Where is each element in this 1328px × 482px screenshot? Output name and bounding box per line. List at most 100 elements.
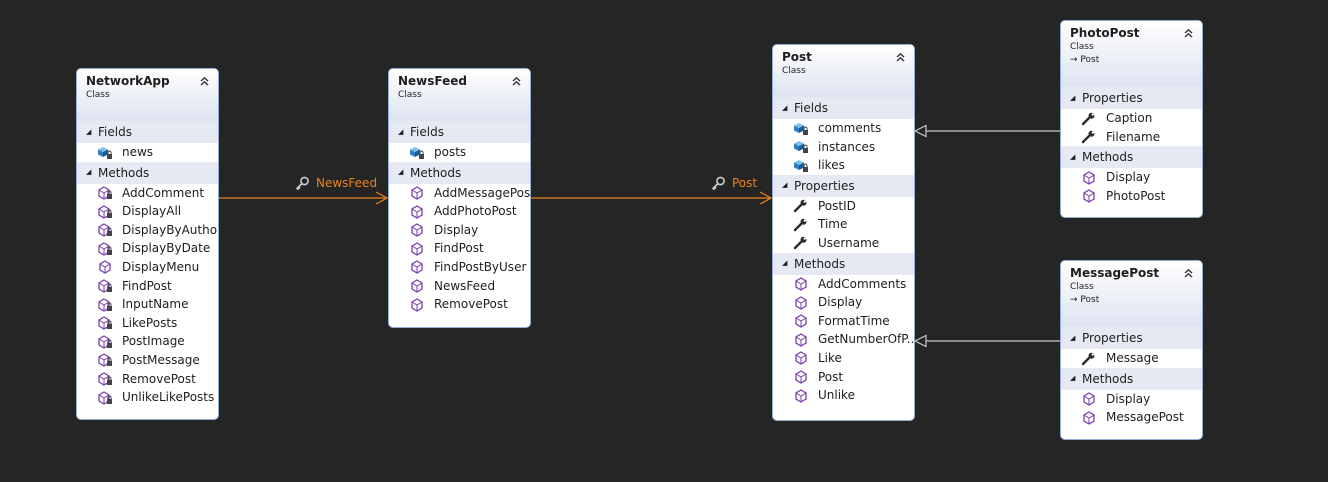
section-header-methods[interactable]: ◢ Methods [77,161,218,184]
member-findpostbyuser[interactable]: FindPostByUser [389,258,530,277]
member-formattime[interactable]: FormatTime [773,312,914,331]
private-method-icon [97,316,113,331]
member-name: Display [1106,170,1151,185]
member-comments[interactable]: comments [773,119,914,138]
member-postid[interactable]: PostID [773,197,914,216]
class-header[interactable]: NetworkApp Class [77,69,218,121]
member-message[interactable]: Message [1061,349,1202,368]
member-displayall[interactable]: DisplayAll [77,202,218,221]
association-label-text: NewsFeed [316,176,378,190]
section-header-fields[interactable]: ◢ Fields [773,97,914,119]
class-box-messagepost[interactable]: MessagePost Class → Post ◢ Properties Message… [1060,260,1203,440]
member-addphotopost[interactable]: AddPhotoPost [389,202,530,221]
inheritance-messagepost-post[interactable] [913,334,1060,348]
member-addmessagepost[interactable]: AddMessagePost [389,184,530,203]
collapse-chevron-icon[interactable] [1182,265,1195,278]
member-likes[interactable]: likes [773,156,914,175]
inheritance-photopost-post[interactable] [913,124,1060,138]
member-news[interactable]: news [77,143,218,162]
member-name: GetNumberOfP... [818,332,914,347]
member-name: Time [818,217,848,232]
collapse-chevron-icon[interactable] [894,49,907,62]
expand-triangle-icon: ◢ [782,259,788,268]
class-header[interactable]: PhotoPost Class → Post [1061,21,1202,87]
member-display[interactable]: Display [389,221,530,240]
method-icon [1081,392,1097,406]
member-display[interactable]: Display [1061,390,1202,409]
collapse-chevron-icon[interactable] [198,73,211,86]
association-newsfeed-post[interactable] [531,191,773,205]
collapse-chevron-icon[interactable] [510,73,523,86]
member-messagepost[interactable]: MessagePost [1061,408,1202,427]
private-field-icon [793,140,809,154]
member-postimage[interactable]: PostImage [77,332,218,351]
private-field-icon [793,159,809,173]
class-box-newsfeed[interactable]: NewsFeed Class ◢ Fields posts ◢ Methods AddMess… [388,68,531,328]
member-addcomment[interactable]: AddComment [77,184,218,203]
member-name: NewsFeed [434,278,496,293]
method-icon [793,295,809,310]
member-name: RemovePost [122,371,196,386]
member-findpost[interactable]: FindPost [389,239,530,258]
section-header-fields[interactable]: ◢ Fields [77,121,218,143]
section-header-methods[interactable]: ◢ Methods [1061,367,1202,390]
section-header-methods[interactable]: ◢ Methods [1061,146,1202,169]
member-findpost[interactable]: FindPost [77,277,218,296]
member-post[interactable]: Post [773,368,914,387]
expand-triangle-icon: ◢ [782,103,788,112]
section-header-properties[interactable]: ◢ Properties [1061,327,1202,349]
member-like[interactable]: Like [773,349,914,368]
private-method-icon [97,335,113,349]
member-filename[interactable]: Filename [1061,128,1202,147]
section-header-methods[interactable]: ◢ Methods [773,252,914,275]
private-method-icon [97,353,113,368]
member-username[interactable]: Username [773,234,914,253]
member-removepost[interactable]: RemovePost [389,295,530,314]
member-getnumberofp[interactable]: GetNumberOfP... [773,330,914,349]
section-title: Fields [794,101,828,115]
member-photopost[interactable]: PhotoPost [1061,187,1202,206]
class-box-photopost[interactable]: PhotoPost Class → Post ◢ Properties Caption Fi… [1060,20,1203,218]
member-displaymenu[interactable]: DisplayMenu [77,258,218,277]
class-header[interactable]: Post Class [773,45,914,97]
association-label-post[interactable]: Post [710,175,757,191]
method-icon [409,279,425,293]
member-likeposts[interactable]: LikePosts [77,314,218,333]
member-inputname[interactable]: InputName [77,295,218,314]
section-header-methods[interactable]: ◢ Methods [389,161,530,184]
member-time[interactable]: Time [773,215,914,234]
member-removepost[interactable]: RemovePost [77,370,218,389]
member-display[interactable]: Display [1061,168,1202,187]
expand-triangle-icon: ◢ [86,127,92,136]
member-name: PostID [818,198,856,213]
member-displaybyauthor[interactable]: DisplayByAuthor [77,221,218,240]
section-header-properties[interactable]: ◢ Properties [1061,87,1202,109]
member-instances[interactable]: instances [773,138,914,157]
member-display[interactable]: Display [773,293,914,312]
member-displaybydate[interactable]: DisplayByDate [77,239,218,258]
section-title: Methods [1082,150,1134,165]
section-header-properties[interactable]: ◢ Properties [773,174,914,197]
class-header[interactable]: NewsFeed Class [389,69,530,121]
collapse-chevron-icon[interactable] [1182,25,1195,38]
class-box-post[interactable]: Post Class ◢ Fields comments instances likes ◢ P… [772,44,915,421]
member-caption[interactable]: Caption [1061,109,1202,128]
class-header[interactable]: MessagePost Class → Post [1061,261,1202,327]
member-unlikelikeposts[interactable]: UnlikeLikePosts [77,388,218,407]
member-name: Like [818,351,842,366]
base-class-name: Post [1080,295,1100,305]
section-header-fields[interactable]: ◢ Fields [389,121,530,143]
member-posts[interactable]: posts [389,143,530,162]
expand-triangle-icon: ◢ [1070,93,1076,102]
property-icon [1081,352,1097,366]
association-networkapp-newsfeed[interactable] [219,191,389,205]
association-label-newsfeed[interactable]: NewsFeed [294,175,377,191]
member-name: AddMessagePost [434,185,530,200]
member-unlike[interactable]: Unlike [773,386,914,405]
member-name: Caption [1106,111,1153,126]
member-addcomments[interactable]: AddComments [773,275,914,294]
class-box-networkapp[interactable]: NetworkApp Class ◢ Fields news ◢ Methods AddCom… [76,68,219,420]
member-name: instances [818,139,876,154]
member-postmessage[interactable]: PostMessage [77,351,218,370]
member-newsfeed[interactable]: NewsFeed [389,277,530,296]
